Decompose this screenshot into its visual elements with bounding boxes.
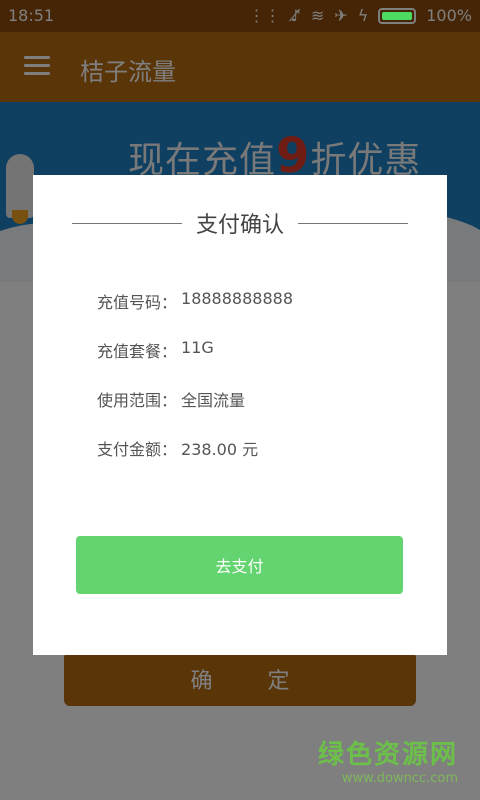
detail-value: 238.00 元 [181, 440, 259, 459]
dialog-title: 支付确认 [195, 213, 284, 238]
detail-label: 支付金额： [97, 440, 178, 459]
watermark-name: 绿色资源网 [317, 740, 458, 770]
detail-value: 18888888888 [181, 289, 293, 308]
divider [298, 222, 408, 224]
watermark: 绿色资源网 www.downcc.com [318, 734, 458, 786]
detail-row-scope: 使用范围： 全国流量 [97, 387, 293, 436]
detail-label: 使用范围： [97, 391, 178, 410]
divider [71, 222, 182, 224]
dialog-header: 支付确认 [33, 207, 447, 239]
battery-level [382, 11, 413, 20]
detail-value: 11G [181, 338, 214, 357]
detail-row-package: 充值套餐： 11G [97, 338, 293, 387]
order-details: 充值号码： 18888888888 充值套餐： 11G 使用范围： 全国流量 支… [97, 289, 293, 485]
detail-label: 充值号码： [97, 293, 178, 312]
detail-row-amount: 支付金额： 238.00 元 [97, 436, 293, 485]
detail-label: 充值套餐： [97, 342, 178, 361]
watermark-url: www.downcc.com [341, 771, 458, 786]
detail-row-number: 充值号码： 18888888888 [97, 289, 293, 338]
payment-confirm-dialog: 支付确认 充值号码： 18888888888 充值套餐： 11G 使用范围： 全… [33, 175, 447, 655]
pay-button[interactable]: 去支付 [76, 536, 403, 594]
detail-value: 全国流量 [181, 391, 246, 410]
